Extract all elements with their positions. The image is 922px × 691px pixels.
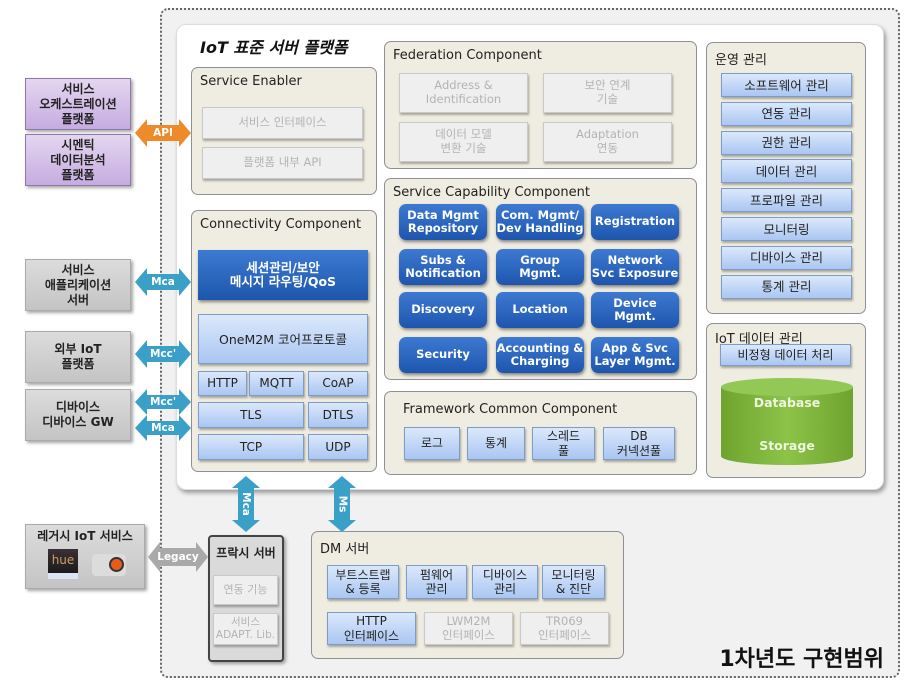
security-box: Security: [399, 337, 487, 373]
onem2m-core-protocol-box: OneM2M 코어프로토콜: [198, 314, 368, 364]
device-gw-box: 디바이스 디바이스 GW: [25, 389, 131, 441]
http-interface-box: HTTP 인터페이스: [327, 612, 416, 645]
ops-item-linkage: 연동 관리: [721, 101, 852, 126]
mqtt-protocol-box: MQTT: [249, 371, 304, 396]
api-arrow: API: [135, 118, 191, 148]
app-svc-layer-mgmt-box: App & Svc Layer Mgmt.: [591, 337, 679, 373]
mca-arrow-app: Mca: [135, 267, 191, 297]
dm-server-title: DM 서버: [320, 542, 370, 557]
platform-internal-api-box: 플랫폼 내부 API: [202, 147, 363, 179]
location-box: Location: [496, 292, 584, 328]
subs-notification-box: Subs & Notification: [399, 249, 487, 285]
connectivity-component-title: Connectivity Component: [200, 217, 362, 232]
mcc-arrow-device: Mcc': [135, 388, 191, 416]
legacy-iot-service-box: 레거시 IoT 서비스: [25, 524, 145, 589]
device-mgmt-box: Device Mgmt.: [591, 292, 679, 328]
data-mgmt-repository-box: Data Mgmt Repository: [399, 204, 487, 240]
ops-item-monitoring: 모니터링: [721, 217, 852, 241]
storage-label: Storage: [759, 438, 815, 453]
tr069-interface-box: TR069 인터페이스: [520, 612, 609, 645]
session-security-routing-box: 세션관리/보안 메시지 라우팅/QoS: [198, 250, 368, 300]
device-management-box: 디바이스 관리: [472, 565, 538, 599]
http-protocol-box: HTTP: [198, 371, 247, 396]
mca-arrow-device: Mca: [135, 414, 191, 442]
service-adapt-lib-box: 서비스 ADAPT. Lib.: [213, 613, 278, 645]
platform-title: IoT 표준 서버 플랫폼: [200, 38, 348, 57]
tls-protocol-box: TLS: [198, 402, 304, 428]
smart-plug-icon: [92, 554, 126, 576]
address-identification-box: Address & Identification: [399, 73, 528, 113]
lwm2m-interface-box: LWM2M 인터페이스: [424, 612, 513, 645]
discovery-box: Discovery: [399, 292, 487, 328]
service-capability-title: Service Capability Component: [393, 185, 590, 200]
monitoring-diagnosis-box: 모니터링 & 진단: [542, 565, 605, 599]
database-cylinder: Database Storage: [721, 378, 853, 466]
log-box: 로그: [404, 427, 460, 460]
data-model-conversion-box: 데이터 모델 변환 기술: [399, 122, 528, 162]
tcp-protocol-box: TCP: [198, 434, 304, 460]
ops-item-data: 데이터 관리: [721, 159, 852, 184]
app-server-box: 서비스 애플리케이션 서버: [25, 259, 131, 311]
firmware-management-box: 펌웨어 관리: [406, 565, 467, 599]
bootstrap-registration-box: 부트스트랩 & 등록: [327, 565, 399, 599]
service-enabler-title: Service Enabler: [200, 74, 302, 89]
dtls-protocol-box: DTLS: [308, 402, 368, 428]
semantic-analysis-platform-box: 시멘틱 데이터분석 플랫폼: [25, 134, 131, 186]
udp-protocol-box: UDP: [308, 434, 368, 460]
database-label: Database: [753, 395, 821, 410]
mcc-arrow-external: Mcc': [135, 339, 191, 369]
ops-item-permission: 권한 관리: [721, 130, 852, 155]
federation-component-title: Federation Component: [393, 48, 542, 63]
coap-protocol-box: CoAP: [308, 371, 368, 396]
legacy-iot-service-title: 레거시 IoT 서비스: [37, 529, 133, 543]
service-interface-box: 서비스 인터페이스: [202, 107, 363, 139]
statistics-box: 통계: [467, 427, 525, 460]
accounting-charging-box: Accounting & Charging: [496, 337, 584, 373]
proxy-server-title: 프락시 서버: [216, 546, 276, 560]
ops-item-software: 소프트웨어 관리: [721, 73, 852, 97]
orchestration-platform-box: 서비스 오케스트레이션 플랫폼: [25, 78, 131, 130]
framework-common-title: Framework Common Component: [403, 402, 618, 417]
db-connection-pool-box: DB 커넥션풀: [603, 427, 675, 460]
legacy-arrow: Legacy: [148, 541, 208, 573]
security-linkage-box: 보안 연계 기술: [543, 73, 672, 113]
network-svc-exposure-box: Network Svc Exposure: [591, 249, 679, 285]
operations-management-title: 운영 관리: [715, 53, 767, 68]
ms-arrow-dm: Ms: [327, 476, 357, 532]
hue-bridge-icon: hue: [48, 549, 78, 579]
ops-item-device: 디바이스 관리: [721, 245, 852, 270]
implementation-scope-label: 1차년도 구현범위: [719, 647, 884, 672]
com-mgmt-dev-handling-box: Com. Mgmt/ Dev Handling: [496, 204, 584, 240]
mca-arrow-proxy: Mca: [231, 476, 261, 532]
unstructured-data-processing-box: 비정형 데이터 처리: [720, 344, 851, 366]
ops-item-profile: 프로파일 관리: [721, 188, 852, 213]
ops-item-statistics: 통계 관리: [721, 274, 852, 299]
adaptation-linkage-box: Adaptation 연동: [543, 122, 672, 162]
linkage-function-box: 연동 기능: [213, 575, 278, 605]
registration-box: Registration: [591, 204, 679, 240]
external-iot-platform-box: 외부 IoT 플랫폼: [25, 331, 131, 383]
thread-pool-box: 스레드 풀: [532, 427, 595, 460]
group-mgmt-box: Group Mgmt.: [496, 249, 584, 285]
